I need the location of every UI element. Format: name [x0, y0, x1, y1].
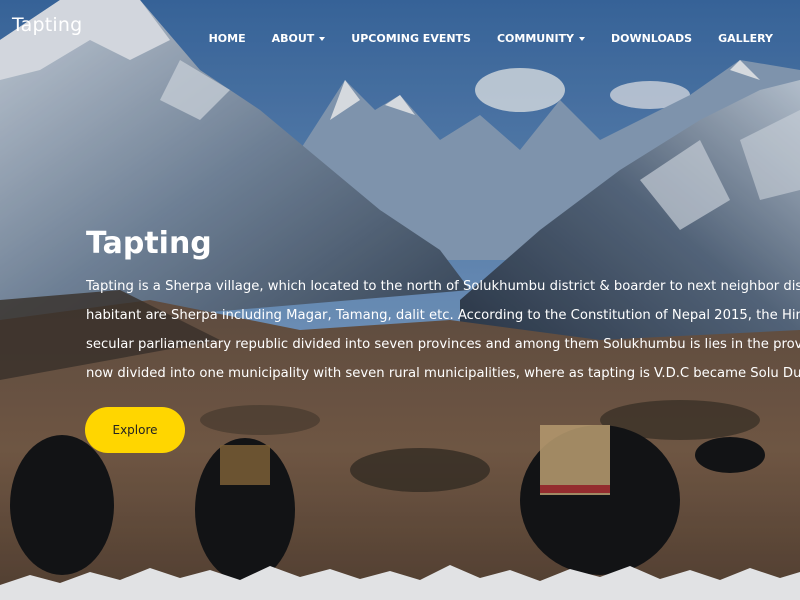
caret-down-icon	[579, 36, 586, 41]
explore-button[interactable]: Explore	[85, 407, 185, 453]
hero-description-line: now divided into one municipality with s…	[86, 366, 800, 381]
site-logo[interactable]: Tapting	[12, 14, 82, 36]
nav-item-gallery[interactable]: GALLERY	[705, 32, 786, 45]
nav-item-home[interactable]: HOME	[196, 32, 259, 45]
nav-item-downloads[interactable]: DOWNLOADS	[598, 32, 705, 45]
main-nav: HOME ABOUT UPCOMING EVENTS COMMUNITY DOW…	[196, 32, 786, 45]
hero-description: Tapting is a Sherpa village, which locat…	[86, 272, 800, 388]
hero-title: Tapting	[86, 226, 212, 261]
nav-label: ABOUT	[271, 32, 315, 45]
nav-label: GALLERY	[718, 32, 773, 45]
hero-description-line: habitant are Sherpa including Magar, Tam…	[86, 308, 800, 323]
nav-label: UPCOMING EVENTS	[351, 32, 471, 45]
caret-down-icon	[319, 36, 326, 41]
hero-description-line: Tapting is a Sherpa village, which locat…	[86, 279, 800, 294]
nav-label: DOWNLOADS	[611, 32, 693, 45]
nav-item-community[interactable]: COMMUNITY	[484, 32, 598, 45]
nav-item-about[interactable]: ABOUT	[259, 32, 339, 45]
nav-item-upcoming-events[interactable]: UPCOMING EVENTS	[338, 32, 484, 45]
nav-label: HOME	[208, 32, 246, 45]
nav-label: COMMUNITY	[496, 32, 575, 45]
hero-description-line: secular parliamentary republic divided i…	[86, 337, 800, 352]
